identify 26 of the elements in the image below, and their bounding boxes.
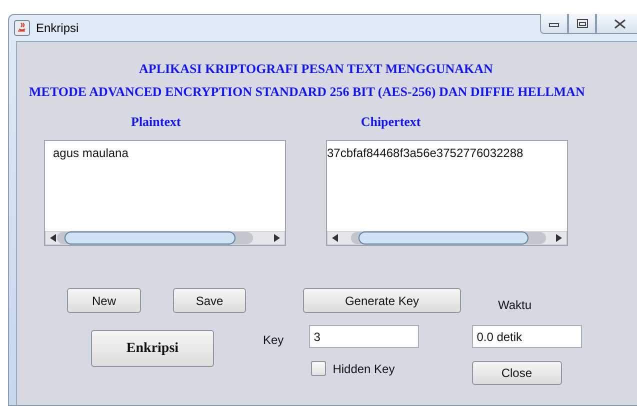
time-label: Waktu — [498, 298, 532, 312]
minimize-button[interactable] — [540, 14, 568, 34]
save-button[interactable]: Save — [173, 288, 246, 313]
app-title: APLIKASI KRIPTOGRAFI PESAN TEXT MENGGUNAKAN — [139, 61, 494, 77]
key-label: Key — [263, 333, 284, 347]
time-field[interactable]: 0.0 detik — [472, 325, 582, 348]
ciphertext-label: Chipertext — [360, 114, 421, 130]
horizontal-scrollbar[interactable] — [327, 231, 567, 245]
key-field[interactable]: 3 — [308, 325, 419, 348]
app-subtitle: METODE ADVANCED ENCRYPTION STANDARD 256 BIT (AES-256) DAN DIFFIE HELLMAN — [29, 84, 586, 100]
plaintext-area[interactable]: agus maulana — [44, 140, 286, 246]
window-title: Enkripsi — [36, 21, 79, 35]
java-cup-icon — [14, 20, 30, 36]
plaintext-label: Plaintext — [131, 114, 181, 130]
generate-key-button[interactable]: Generate Key — [303, 288, 461, 313]
maximize-button[interactable] — [568, 14, 596, 34]
horizontal-scrollbar[interactable] — [45, 231, 285, 245]
close-window-button[interactable] — [596, 14, 637, 34]
close-icon — [614, 18, 626, 28]
new-button[interactable]: New — [67, 288, 141, 313]
maximize-icon — [576, 19, 588, 28]
minimize-icon — [549, 20, 559, 26]
hidden-key-checkbox[interactable]: Hidden Key — [310, 361, 419, 376]
close-button[interactable]: Close — [472, 361, 562, 385]
ciphertext-area[interactable]: 37cbfaf84468f3a56e3752776032288 — [326, 140, 568, 246]
encrypt-button[interactable]: Enkripsi — [91, 330, 214, 367]
